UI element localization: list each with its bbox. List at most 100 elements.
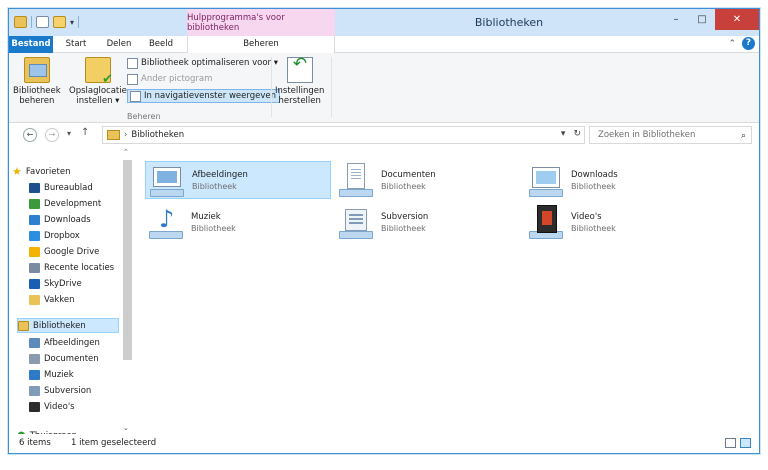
search-input[interactable]: Zoeken in Bibliotheken ⌕ bbox=[589, 126, 752, 144]
collapse-ribbon-icon[interactable]: ⌃ bbox=[728, 39, 736, 49]
search-icon[interactable]: ⌕ bbox=[741, 128, 746, 144]
nav-item-label: Subversion bbox=[44, 385, 92, 396]
tab-start[interactable]: Start bbox=[53, 36, 99, 53]
library-tile-text: Video's Bibliotheek bbox=[571, 211, 616, 234]
nav-favorites[interactable]: ★ Favorieten bbox=[12, 164, 70, 179]
minimize-button[interactable]: – bbox=[663, 9, 689, 30]
nav-item-vakken[interactable]: Vakken bbox=[29, 292, 75, 307]
tab-view[interactable]: Beeld bbox=[139, 36, 183, 53]
close-button[interactable]: ✕ bbox=[715, 9, 759, 30]
muziek-icon bbox=[29, 369, 40, 380]
library-type: Bibliotheek bbox=[192, 181, 237, 191]
nav-item-label: Video's bbox=[44, 401, 75, 412]
scroll-thumb[interactable] bbox=[123, 160, 132, 360]
nav-item-dropbox[interactable]: Dropbox bbox=[29, 228, 80, 243]
nav-item-muziek[interactable]: Muziek bbox=[29, 367, 74, 382]
change-icon-button[interactable]: Ander pictogram bbox=[127, 72, 212, 86]
manage-library-label-1: Bibliotheek bbox=[13, 86, 61, 96]
address-history-dropdown[interactable]: ▾ bbox=[561, 129, 566, 139]
address-bar[interactable]: › Bibliotheken ▾ ↻ bbox=[102, 126, 585, 144]
nav-item-label: Dropbox bbox=[44, 230, 80, 241]
window-controls: – □ ✕ bbox=[663, 9, 759, 30]
star-icon: ★ bbox=[12, 165, 22, 178]
bureaublad-icon bbox=[29, 182, 40, 193]
status-bar: 6 items 1 item geselecteerd bbox=[9, 434, 759, 453]
show-in-nav-label: In navigatievenster weergeven bbox=[144, 91, 276, 101]
nav-item-afbeeldingen[interactable]: Afbeeldingen bbox=[29, 335, 100, 350]
recent-locations-dropdown[interactable]: ▾ bbox=[67, 129, 71, 138]
optimize-library-button[interactable]: Bibliotheek optimaliseren voor ▾ bbox=[127, 56, 278, 70]
nav-libraries-label: Bibliotheken bbox=[33, 320, 86, 331]
navigation-pane-icon bbox=[130, 90, 141, 102]
tab-share[interactable]: Delen bbox=[99, 36, 139, 53]
picture-icon bbox=[127, 73, 138, 85]
maximize-button[interactable]: □ bbox=[689, 9, 715, 30]
library-name: Afbeeldingen bbox=[192, 169, 248, 180]
back-button[interactable]: ← bbox=[23, 128, 37, 142]
manage-library-label-2: beheren bbox=[19, 96, 55, 106]
set-save-location-button[interactable]: Opslaglocatie instellen ▾ bbox=[69, 57, 127, 106]
dropbox-icon bbox=[29, 230, 40, 241]
library-type: Bibliotheek bbox=[381, 223, 426, 233]
music-library-icon: ♪ bbox=[149, 205, 185, 239]
nav-item-label: Vakken bbox=[44, 294, 75, 305]
up-button[interactable]: ↑ bbox=[81, 127, 89, 138]
skydrive-icon bbox=[29, 278, 40, 289]
search-placeholder: Zoeken in Bibliotheken bbox=[598, 130, 696, 140]
nav-item-label: SkyDrive bbox=[44, 278, 82, 289]
folder-icon[interactable] bbox=[14, 16, 27, 28]
nav-item-bureaublad[interactable]: Bureaublad bbox=[29, 180, 93, 195]
show-in-navigation-toggle[interactable]: In navigatievenster weergeven bbox=[127, 89, 280, 103]
properties-icon[interactable] bbox=[36, 16, 49, 28]
library-tile[interactable]: ♪ Muziek Bibliotheek bbox=[145, 203, 331, 241]
nav-item-google-drive[interactable]: Google Drive bbox=[29, 244, 99, 259]
nav-item-downloads[interactable]: Downloads bbox=[29, 212, 91, 227]
nav-item-label: Development bbox=[44, 198, 102, 209]
nav-item-subversion[interactable]: Subversion bbox=[29, 383, 91, 398]
library-tile[interactable]: Documenten Bibliotheek bbox=[335, 161, 521, 199]
pictures-library-icon bbox=[150, 163, 186, 197]
nav-libraries[interactable]: Bibliotheken bbox=[17, 318, 119, 333]
manage-library-button[interactable]: Bibliotheek beheren bbox=[13, 57, 61, 106]
downloads-icon bbox=[29, 214, 40, 225]
tab-file[interactable]: Bestand bbox=[9, 36, 53, 53]
nav-item-label: Afbeeldingen bbox=[44, 337, 100, 348]
help-icon[interactable]: ? bbox=[742, 37, 755, 50]
ribbon: Bibliotheek beheren Opslaglocatie instel… bbox=[9, 53, 759, 123]
scroll-up-icon[interactable]: ⌃ bbox=[123, 148, 129, 156]
new-folder-icon[interactable] bbox=[53, 16, 66, 28]
customize-toolbar-dropdown[interactable]: ▾ bbox=[70, 18, 74, 27]
nav-item-video-s[interactable]: Video's bbox=[29, 399, 75, 414]
library-tile-text: Muziek Bibliotheek bbox=[191, 211, 236, 234]
subversion-library-icon bbox=[339, 205, 375, 239]
documenten-icon bbox=[29, 353, 40, 364]
tab-manage[interactable]: Beheren bbox=[187, 36, 335, 54]
library-tile[interactable]: Video's Bibliotheek bbox=[525, 203, 711, 241]
save-location-label-2: instellen ▾ bbox=[76, 96, 120, 106]
toolbar-separator bbox=[78, 16, 80, 28]
recente-locaties-icon bbox=[29, 262, 40, 273]
quick-access-toolbar: ▾ bbox=[14, 14, 80, 30]
library-type: Bibliotheek bbox=[381, 181, 426, 191]
nav-item-documenten[interactable]: Documenten bbox=[29, 351, 99, 366]
nav-item-development[interactable]: Development bbox=[29, 196, 101, 211]
nav-item-recente-locaties[interactable]: Recente locaties bbox=[29, 260, 114, 275]
afbeeldingen-icon bbox=[29, 337, 40, 348]
forward-button[interactable]: → bbox=[45, 128, 59, 142]
nav-item-label: Google Drive bbox=[44, 246, 100, 257]
vakken-icon bbox=[29, 294, 40, 305]
details-view-icon[interactable] bbox=[725, 438, 736, 448]
breadcrumb-libraries[interactable]: Bibliotheken bbox=[131, 130, 184, 140]
scroll-down-icon[interactable]: ⌄ bbox=[123, 424, 129, 432]
toolbar-separator bbox=[31, 16, 32, 28]
item-count: 6 items bbox=[19, 438, 51, 448]
large-icons-view-icon[interactable] bbox=[740, 438, 751, 448]
documents-library-icon bbox=[339, 163, 375, 197]
nav-item-skydrive[interactable]: SkyDrive bbox=[29, 276, 82, 291]
library-tile[interactable]: Afbeeldingen Bibliotheek bbox=[145, 161, 331, 199]
refresh-icon[interactable]: ↻ bbox=[573, 129, 581, 139]
library-tile[interactable]: Downloads Bibliotheek bbox=[525, 161, 711, 199]
restore-settings-button[interactable]: Instellingen herstellen bbox=[275, 57, 324, 106]
library-tile[interactable]: Subversion Bibliotheek bbox=[335, 203, 521, 241]
nav-scrollbar[interactable]: ⌃ ⌄ bbox=[122, 148, 133, 434]
